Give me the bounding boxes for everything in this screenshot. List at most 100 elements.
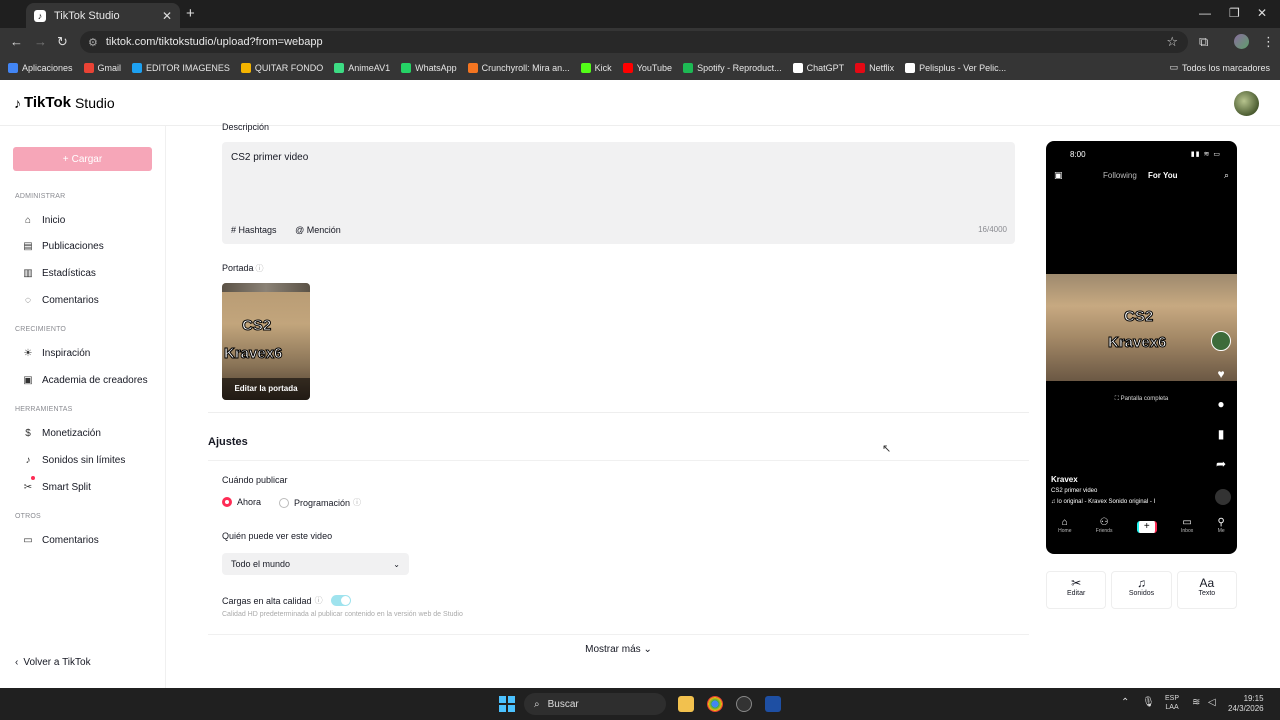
editor-icon — [132, 63, 143, 73]
sidebar-item-stats[interactable]: ▥ Estadísticas — [22, 268, 96, 279]
tool-edit-button[interactable]: ✂ Editar — [1046, 571, 1107, 609]
cover-label: Portada ⓘ — [222, 263, 264, 273]
bookmark-item[interactable]: ChatGPT — [792, 63, 844, 73]
site-info-icon[interactable]: ⚙ — [88, 36, 98, 49]
back-to-tiktok-link[interactable]: ‹ Volver a TikTok — [15, 657, 91, 668]
wifi-icon[interactable]: ≋ — [1192, 697, 1200, 708]
sidebar-item-smart-split[interactable]: ✂ Smart Split — [22, 482, 91, 493]
when-to-post-label: Cuándo publicar — [222, 475, 288, 485]
restore-icon[interactable]: ❐ — [1229, 6, 1240, 20]
user-avatar[interactable] — [1234, 91, 1259, 116]
chrome-icon[interactable] — [707, 696, 723, 712]
gmail-icon — [83, 63, 94, 73]
upload-button[interactable]: + Cargar — [13, 147, 152, 171]
tray-chevron-icon[interactable]: ⌃ — [1121, 697, 1129, 708]
extensions-icon[interactable]: ⧉ — [1199, 34, 1208, 50]
bookmark-item[interactable]: Crunchyroll: Mira an... — [467, 63, 570, 73]
language-indicator[interactable]: ESP LAA — [1165, 694, 1179, 712]
folder-icon: ▭ — [1169, 62, 1178, 72]
forward-arrow-icon[interactable]: → — [34, 34, 47, 49]
bookmark-item[interactable]: Gmail — [83, 63, 121, 73]
info-icon[interactable]: ⓘ — [256, 264, 264, 273]
bookmark-item[interactable]: Kick — [580, 63, 612, 73]
radio-now[interactable]: Ahora — [222, 497, 261, 507]
bookmark-item[interactable]: Pelisplus - Ver Pelic... — [905, 63, 1006, 73]
cover-thumbnail[interactable]: CS2 Kravex6 Editar la portada — [222, 283, 310, 400]
info-icon[interactable]: ⓘ — [353, 497, 361, 508]
bookmark-item[interactable]: WhatsApp — [401, 63, 457, 73]
browser-profile-avatar[interactable] — [1234, 34, 1249, 49]
search-icon: ⌕ — [1223, 170, 1229, 180]
chatgpt-icon — [792, 63, 803, 73]
show-more-button[interactable]: Mostrar más ⌄ — [208, 634, 1029, 664]
bookmark-item[interactable]: EDITOR IMAGENES — [132, 63, 230, 73]
volume-icon[interactable]: ◁ — [1208, 697, 1216, 708]
bookmark-item[interactable]: QUITAR FONDO — [240, 63, 323, 73]
back-arrow-icon[interactable]: ← — [10, 34, 23, 49]
nav-me: ⚲ Me — [1217, 517, 1225, 534]
minimize-icon[interactable]: — — [1199, 6, 1211, 20]
sidebar-item-inspiration[interactable]: ☀ Inspiración — [22, 348, 91, 359]
url-bar[interactable]: ⚙ tiktok.com/tiktokstudio/upload?from=we… — [80, 31, 1188, 53]
windows-start-icon[interactable] — [499, 696, 515, 712]
video-overlay-text: CS2 — [1123, 308, 1154, 326]
browser-tab[interactable]: ♪ TikTok Studio ✕ — [26, 3, 180, 28]
bookmark-item[interactable]: AnimeAV1 — [334, 63, 390, 73]
fullscreen-button[interactable]: ⛶ Pantalla completa — [1046, 396, 1237, 403]
scissors-icon: ✂ — [23, 482, 33, 493]
nav-inbox: ▭ Inbox — [1181, 517, 1194, 534]
comment-bubble-icon: ● — [1217, 397, 1225, 411]
sidebar-item-posts[interactable]: ▤ Publicaciones — [22, 241, 103, 252]
bookmark-star-icon[interactable]: ☆ — [1166, 34, 1178, 50]
following-tab: Following — [1103, 171, 1137, 180]
hq-toggle[interactable] — [330, 595, 351, 606]
bookmark-item[interactable]: Aplicaciones — [8, 63, 73, 73]
sidebar-item-comments[interactable]: ◌ Comentarios — [22, 295, 99, 306]
menu-kebab-icon[interactable]: ⋮ — [1262, 34, 1275, 50]
tiktok-favicon-icon: ♪ — [34, 9, 46, 22]
info-icon[interactable]: ⓘ — [315, 595, 323, 606]
taskbar-clock[interactable]: 19:15 24/3/2026 — [1228, 694, 1264, 714]
description-field[interactable]: CS2 primer video # Hashtags @ Mención 16… — [222, 142, 1015, 244]
creator-avatar — [1211, 331, 1231, 351]
sidebar-item-home[interactable]: ⌂ Inicio — [22, 215, 65, 226]
mention-button[interactable]: @ Mención — [295, 225, 349, 235]
animeav1-icon — [334, 63, 345, 73]
sidebar: + Cargar ADMINISTRAR ⌂ Inicio ▤ Publicacion… — [0, 126, 166, 688]
sidebar-item-academy[interactable]: ▣ Academia de creadores — [22, 375, 147, 386]
tool-text-button[interactable]: Aa Texto — [1176, 571, 1237, 609]
hashtags-button[interactable]: # Hashtags — [231, 225, 285, 235]
file-explorer-icon[interactable] — [678, 696, 694, 712]
sidebar-item-sounds[interactable]: ♪ Sonidos sin límites — [22, 455, 126, 466]
bookmark-item[interactable]: Netflix — [855, 63, 894, 73]
preview-bottom-nav: ⌂ Home ⚇ Friends + ▭ Inbox ⚲ Me — [1046, 517, 1237, 547]
tool-sounds-button[interactable]: ♫ Sonidos — [1111, 571, 1172, 609]
search-icon: ⌕ — [534, 698, 540, 710]
sidebar-item-comments-2[interactable]: ▭ Comentarios — [22, 535, 98, 546]
preview-username: Kravex — [1051, 475, 1078, 484]
taskbar-search[interactable]: ⌕ Buscar — [524, 693, 666, 715]
new-tab-icon[interactable]: + — [186, 5, 195, 22]
crunchyroll-icon — [467, 63, 478, 73]
tiktok-studio-logo[interactable]: ♪ TikTok Studio — [14, 94, 115, 111]
reload-icon[interactable]: ↻ — [57, 34, 68, 50]
description-text[interactable]: CS2 primer video — [231, 152, 308, 163]
bookmark-item[interactable]: YouTube — [622, 63, 672, 73]
who-can-view-label: Quién puede ver este video — [222, 531, 333, 541]
privacy-select[interactable]: Todo el mundo ⌄ — [222, 553, 409, 575]
window-close-icon[interactable]: ✕ — [1257, 6, 1267, 20]
nav-home: ⌂ Home — [1058, 517, 1072, 534]
radio-selected-icon — [222, 497, 232, 507]
close-tab-icon[interactable]: ✕ — [162, 9, 172, 23]
microphone-icon[interactable]: 🎙 — [1142, 697, 1155, 708]
app-icon[interactable] — [765, 696, 781, 712]
mobile-preview: 8:00 ▮▮ ≋ ▭ ▣ Following For You ⌕ CS2 Kr… — [1046, 141, 1237, 554]
sidebar-item-monetization[interactable]: $ Monetización — [22, 428, 101, 439]
character-count: 16/4000 — [978, 225, 1007, 234]
edit-cover-button[interactable]: Editar la portada — [222, 378, 310, 400]
app-icon[interactable] — [736, 696, 752, 712]
bookmark-item[interactable]: Spotify - Reproduct... — [683, 63, 782, 73]
section-others: OTROS — [15, 513, 41, 520]
radio-schedule[interactable]: Programación ⓘ — [279, 497, 361, 508]
all-bookmarks-folder[interactable]: ▭ Todos los marcadores — [1169, 62, 1270, 73]
